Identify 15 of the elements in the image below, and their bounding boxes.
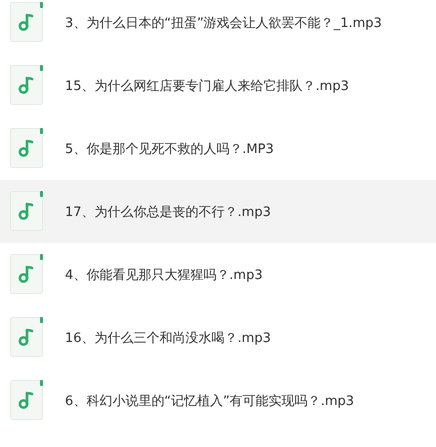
file-name: 17、为什么你总是丧的不行？.mp3 — [65, 204, 271, 220]
file-name: 6、科幻小说里的“记忆植入”有可能实现吗？.mp3 — [65, 392, 354, 410]
file-name: 16、为什么三个和尚没水喝？.mp3 — [65, 330, 271, 346]
audio-file-icon — [10, 128, 44, 169]
file-name: 3、为什么日本的“扭蛋”游戏会让人欲罢不能？_1.mp3 — [65, 14, 382, 32]
file-row[interactable]: 17、为什么你总是丧的不行？.mp3 — [0, 180, 436, 243]
audio-file-icon — [10, 191, 44, 232]
file-name: 5、你是那个见死不救的人吗？.MP3 — [65, 140, 274, 158]
file-name: 15、为什么网红店要专门雇人来给它排队？.mp3 — [65, 78, 349, 94]
audio-file-icon — [10, 380, 44, 421]
file-name: 4、你能看见那只大猩猩吗？.mp3 — [65, 266, 263, 284]
audio-file-icon — [10, 317, 44, 358]
audio-file-icon — [10, 65, 44, 106]
audio-file-icon — [10, 254, 44, 295]
audio-file-icon — [10, 2, 44, 43]
